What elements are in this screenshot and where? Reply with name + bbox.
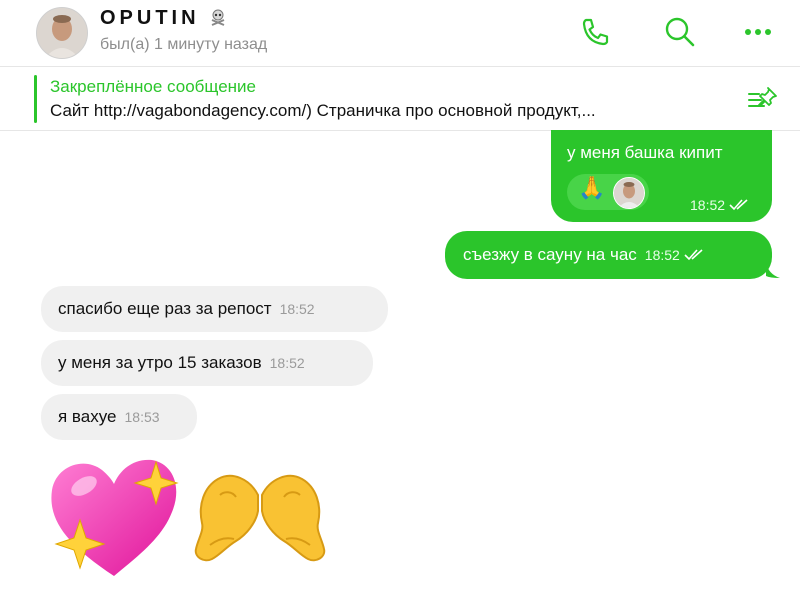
message-text: я вахуе (58, 407, 117, 426)
message-text: у меня башка кипит (567, 143, 723, 162)
pinned-title: Закреплённое сообщение (50, 77, 256, 96)
call-button[interactable] (575, 12, 615, 52)
heart-hands-icon (194, 474, 326, 562)
chat-header: OPUTIN был(а) 1 минуту назад (0, 0, 800, 67)
message-text: спасибо еще раз за репост (58, 299, 272, 318)
pinned-list-button[interactable] (746, 84, 780, 114)
pinned-accent-line (34, 75, 37, 123)
phone-icon (582, 18, 609, 46)
message-time: 18:52 (690, 197, 726, 213)
bubble-tail (766, 262, 780, 278)
reaction-avatar (613, 177, 645, 209)
contact-status: был(а) 1 минуту назад (100, 36, 268, 53)
more-dots-icon (745, 29, 771, 35)
message-time: 18:52 (279, 301, 315, 317)
more-button[interactable] (738, 12, 778, 52)
skull-crossbones-icon (200, 7, 228, 29)
heart-hands-sticker[interactable] (190, 465, 330, 565)
message-bubble-incoming[interactable]: спасибо еще раз за репост 18:52 (41, 286, 388, 332)
pinned-list-icon (748, 87, 777, 107)
pinned-message-bar[interactable]: Закреплённое сообщение Сайт http://vagab… (0, 67, 800, 131)
message-text: съезжу в сауну на час (463, 245, 637, 264)
sparkling-heart-sticker[interactable] (44, 448, 184, 588)
folded-hands-emoji: 🙏 (578, 176, 606, 201)
search-icon (665, 17, 695, 47)
read-ticks-icon (684, 249, 703, 261)
message-time: 18:53 (124, 409, 160, 425)
message-text: у меня за утро 15 заказов (58, 353, 262, 372)
search-button[interactable] (660, 12, 700, 52)
contact-name: OPUTIN (100, 7, 227, 30)
pinned-text: Сайт http://vagabondagency.com/) Странич… (50, 101, 596, 120)
message-bubble-outgoing[interactable]: съезжу в сауну на час 18:52 (445, 231, 772, 279)
sparkling-heart-icon (51, 459, 179, 576)
message-bubble-incoming[interactable]: я вахуе 18:53 (41, 394, 197, 440)
message-bubble-outgoing[interactable]: у меня башка кипит 🙏 18:52 (551, 130, 772, 222)
contact-avatar[interactable] (36, 7, 88, 59)
message-time: 18:52 (644, 247, 680, 263)
read-ticks-icon (729, 199, 748, 211)
reaction-pill[interactable]: 🙏 (567, 174, 649, 210)
message-bubble-incoming[interactable]: у меня за утро 15 заказов 18:52 (41, 340, 373, 386)
message-time: 18:52 (269, 355, 305, 371)
